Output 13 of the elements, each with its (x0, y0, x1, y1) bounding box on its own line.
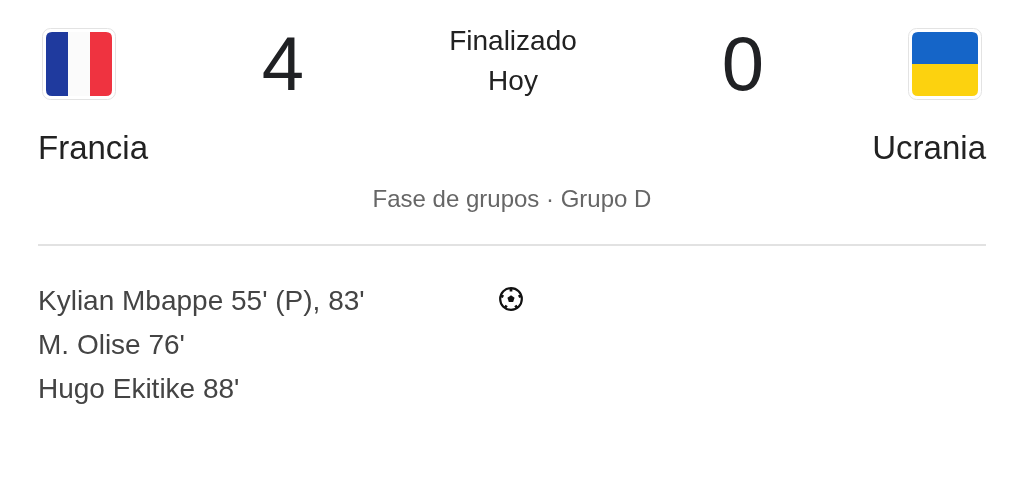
match-status: Finalizado (449, 24, 577, 58)
home-score: 4 (260, 26, 306, 102)
team-name: Ucrania (872, 128, 986, 168)
goal-scorer: Kylian Mbappe 55' (P), 83' (38, 284, 366, 318)
flag-icon (42, 28, 116, 100)
team-name: Francia (38, 128, 149, 168)
match-stage: Fase de grupos · Grupo D (371, 184, 653, 214)
flag-icon (908, 28, 982, 100)
goal-scorer: Hugo Ekitike 88' (38, 372, 241, 406)
soccer-ball-icon (498, 286, 524, 312)
match-date: Hoy (488, 64, 538, 98)
goal-scorer: M. Olise 76' (38, 328, 186, 362)
away-score: 0 (720, 26, 766, 102)
